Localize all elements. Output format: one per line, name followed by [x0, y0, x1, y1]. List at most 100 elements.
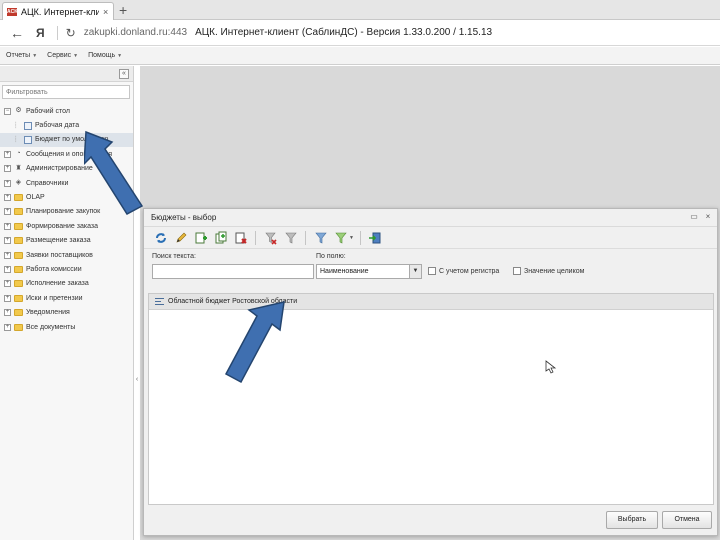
gear-icon: ⚙ — [15, 107, 22, 115]
tree-item[interactable]: + Уведомления — [0, 305, 133, 319]
toolbar-separator — [255, 230, 256, 245]
chevron-down-icon[interactable]: ▼ — [349, 235, 354, 241]
folder-icon — [14, 294, 23, 302]
expand-node-icon[interactable]: + — [4, 323, 11, 331]
browser-tabbar: ACK АЦК. Интернет-клиент × + — [0, 0, 720, 20]
menu-reports[interactable]: Отчеты ▼ — [6, 52, 37, 59]
tree-item-label: Все документы — [26, 323, 76, 331]
expand-node-icon[interactable]: + — [4, 208, 11, 216]
screen: ACK АЦК. Интернет-клиент × + ← Я ↻ zakup… — [0, 0, 720, 540]
tree-item-label: Исполнение заказа — [26, 280, 89, 288]
collapse-panel-button[interactable]: « — [119, 69, 129, 79]
tree-item[interactable]: + Исполнение заказа — [0, 277, 133, 291]
dialog-titlebar[interactable]: Бюджеты - выбор ▭ × — [144, 209, 717, 227]
menu-service-label: Сервис — [47, 52, 72, 59]
filter-clear-icon[interactable] — [262, 229, 279, 246]
case-sensitive-checkbox[interactable]: С учетом регистра — [428, 267, 499, 275]
address-url[interactable]: zakupki.donland.ru:443 — [84, 27, 187, 38]
search-field-label: По полю: — [316, 253, 346, 260]
tree-item-label: Администрирование — [26, 165, 93, 173]
doc-icon — [24, 121, 32, 130]
tree-connector: ┆ — [14, 137, 18, 144]
expand-node-icon[interactable]: + — [4, 251, 11, 259]
checkbox-icon[interactable] — [513, 267, 521, 275]
navigation-filter-input[interactable] — [2, 85, 130, 99]
expand-node-icon[interactable]: + — [4, 165, 11, 173]
tree-item-label: OLAP — [26, 194, 45, 202]
address-page-title: АЦК. Интернет-клиент (СаблинДС) - Версия… — [195, 27, 493, 38]
delete-icon[interactable] — [232, 229, 249, 246]
checkbox-icon[interactable] — [428, 267, 436, 275]
reload-icon[interactable]: ↻ — [66, 26, 76, 40]
folder-icon — [14, 251, 23, 259]
export-icon[interactable] — [367, 229, 384, 246]
tree-item[interactable]: + Заявки поставщиков — [0, 248, 133, 262]
tree-item-label: Иски и претензии — [26, 294, 83, 302]
close-icon[interactable]: × — [703, 212, 713, 222]
tree-item-label: Формирование заказа — [26, 222, 98, 230]
tree-item[interactable]: + Формирование заказа — [0, 219, 133, 233]
expand-node-icon[interactable]: + — [4, 309, 11, 317]
tree-item-label: Рабочая дата — [35, 122, 80, 130]
back-arrow-icon[interactable]: ← — [10, 25, 24, 41]
folder-icon — [14, 265, 23, 273]
dialog-toolbar: ▼ — [144, 227, 717, 249]
collapse-node-icon[interactable]: − — [4, 107, 11, 115]
tree-item[interactable]: + Размещение заказа — [0, 234, 133, 248]
filter-set-icon[interactable] — [312, 229, 329, 246]
add-icon[interactable] — [192, 229, 209, 246]
tree-item[interactable]: + Работа комиссии — [0, 262, 133, 276]
filter-icon[interactable] — [282, 229, 299, 246]
edit-icon[interactable] — [172, 229, 189, 246]
expand-node-icon[interactable]: + — [4, 280, 11, 288]
whole-value-checkbox[interactable]: Значение целиком — [513, 267, 584, 275]
tree-item-label: Работа комиссии — [26, 265, 82, 273]
chat-icon: ◔ — [16, 150, 21, 158]
navigation-panel-header: « — [0, 66, 133, 82]
tree-item[interactable]: + Все документы — [0, 320, 133, 334]
tree-item[interactable]: + Иски и претензии — [0, 291, 133, 305]
folder-icon — [14, 237, 23, 245]
new-tab-button[interactable]: + — [119, 1, 127, 19]
yandex-logo-icon[interactable]: Я — [36, 26, 45, 40]
expand-node-icon[interactable]: + — [4, 222, 11, 230]
folder-icon — [14, 194, 23, 202]
menu-help-label: Помощь — [88, 52, 116, 59]
expand-node-icon[interactable]: + — [4, 194, 11, 202]
doc-icon — [24, 135, 32, 144]
tree-item[interactable]: − ⚙ Рабочий стол — [0, 104, 133, 118]
tree-item-label: Уведомления — [26, 309, 70, 317]
search-text-input[interactable] — [152, 264, 314, 279]
search-text-label: Поиск текста: — [152, 253, 196, 260]
app-menubar: Отчеты ▼ Сервис ▼ Помощь ▼ — [0, 47, 720, 65]
select-button[interactable]: Выбрать — [606, 511, 658, 529]
menu-service[interactable]: Сервис ▼ — [47, 52, 78, 59]
folder-icon — [14, 208, 23, 216]
folder-icon — [14, 280, 23, 288]
tree-item-label: Размещение заказа — [26, 237, 91, 245]
maximize-icon[interactable]: ▭ — [689, 212, 699, 222]
expand-node-icon[interactable]: + — [4, 237, 11, 245]
expand-node-icon[interactable]: + — [4, 294, 11, 302]
expand-node-icon[interactable]: + — [4, 265, 11, 273]
chevron-down-icon: ▼ — [73, 52, 79, 59]
browser-tab[interactable]: ACK АЦК. Интернет-клиент × — [2, 2, 114, 20]
cancel-button[interactable]: Отмена — [662, 511, 712, 529]
refresh-icon[interactable] — [152, 229, 169, 246]
case-sensitive-label: С учетом регистра — [439, 267, 500, 275]
toolbar-separator — [305, 230, 306, 245]
search-field-value: Наименование — [320, 268, 369, 275]
chevron-down-icon[interactable]: ▼ — [409, 265, 421, 278]
annotation-arrow-icon — [224, 301, 285, 384]
list-row-icon — [155, 298, 164, 305]
tab-close-icon[interactable]: × — [103, 7, 108, 17]
expand-node-icon[interactable]: + — [4, 150, 11, 158]
filter-menu-icon[interactable] — [332, 229, 349, 246]
book-icon: ◈ — [15, 179, 22, 187]
search-field-select[interactable]: Наименование ▼ — [316, 264, 422, 279]
menu-help[interactable]: Помощь ▼ — [88, 52, 122, 59]
tree-item-label: Заявки поставщиков — [26, 251, 93, 259]
expand-node-icon[interactable]: + — [4, 179, 11, 187]
copy-icon[interactable] — [212, 229, 229, 246]
menu-reports-label: Отчеты — [6, 52, 31, 59]
